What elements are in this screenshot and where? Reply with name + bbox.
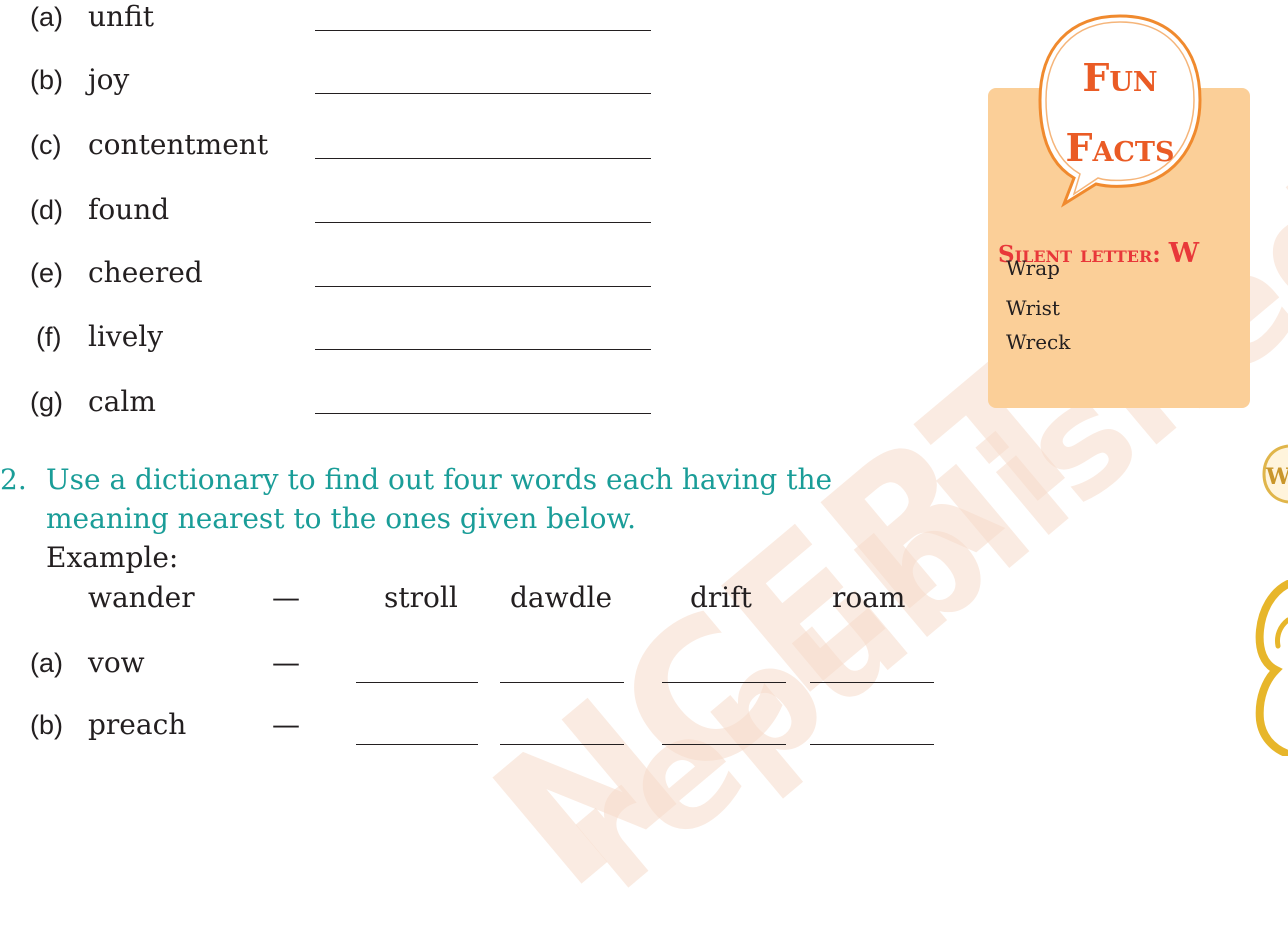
answer-blank[interactable] <box>810 744 934 745</box>
answer-blank[interactable] <box>810 682 934 683</box>
answer-blank[interactable] <box>356 744 478 745</box>
row-word: found <box>88 193 170 226</box>
row-label: (f) <box>36 322 62 352</box>
example-answer: stroll <box>384 581 458 614</box>
answer-blank[interactable] <box>662 744 786 745</box>
example-answer: drift <box>690 581 752 614</box>
row-label: (e) <box>30 258 63 288</box>
row-word: contentment <box>88 128 269 161</box>
answer-blank[interactable] <box>662 682 786 683</box>
row-word: vow <box>88 646 145 679</box>
decorative-badge-icon: W <box>1262 444 1288 504</box>
row-word: preach <box>88 708 187 741</box>
fun-fact-item: Wrap <box>1006 256 1060 280</box>
answer-blank[interactable] <box>315 30 651 31</box>
row-label: (b) <box>30 65 63 95</box>
row-word: calm <box>88 385 156 418</box>
answer-blank[interactable] <box>500 744 624 745</box>
answer-blank[interactable] <box>315 93 651 94</box>
answer-blank[interactable] <box>315 222 651 223</box>
row-label: (d) <box>30 195 63 225</box>
example-dash: — <box>272 581 300 614</box>
row-word: lively <box>88 320 164 353</box>
fun-facts-title-line1: Fun <box>1082 55 1158 100</box>
row-word: unfit <box>88 0 154 33</box>
decorative-illustration-icon <box>1255 580 1288 756</box>
row-label: (a) <box>30 2 63 32</box>
row-label: (g) <box>30 387 63 417</box>
speech-bubble-icon <box>1038 14 1202 208</box>
answer-blank[interactable] <box>315 286 651 287</box>
example-answer: dawdle <box>510 581 613 614</box>
example-word: wander <box>88 581 195 614</box>
question-text-line1: Use a dictionary to find out four words … <box>46 463 833 496</box>
row-word: cheered <box>88 256 203 289</box>
row-word: joy <box>88 63 130 96</box>
answer-blank[interactable] <box>500 682 624 683</box>
fun-fact-item: Wrist <box>1006 296 1060 320</box>
row-label: (c) <box>30 130 62 160</box>
silent-letter-w: W <box>1168 238 1200 269</box>
answer-blank[interactable] <box>315 158 651 159</box>
svg-text:W: W <box>1265 464 1288 490</box>
row-label: (a) <box>30 648 63 678</box>
example-answer: roam <box>832 581 906 614</box>
fun-facts-title-line2: Facts <box>1065 125 1175 170</box>
answer-blank[interactable] <box>315 349 651 350</box>
row-dash: — <box>272 708 300 741</box>
question-text-line2: meaning nearest to the ones given below. <box>46 502 636 535</box>
answer-blank[interactable] <box>356 682 478 683</box>
answer-blank[interactable] <box>315 413 651 414</box>
example-label: Example: <box>46 541 179 574</box>
question-number: 2. <box>0 463 27 496</box>
row-label: (b) <box>30 710 63 740</box>
row-dash: — <box>272 646 300 679</box>
fun-fact-item: Wreck <box>1006 330 1071 354</box>
